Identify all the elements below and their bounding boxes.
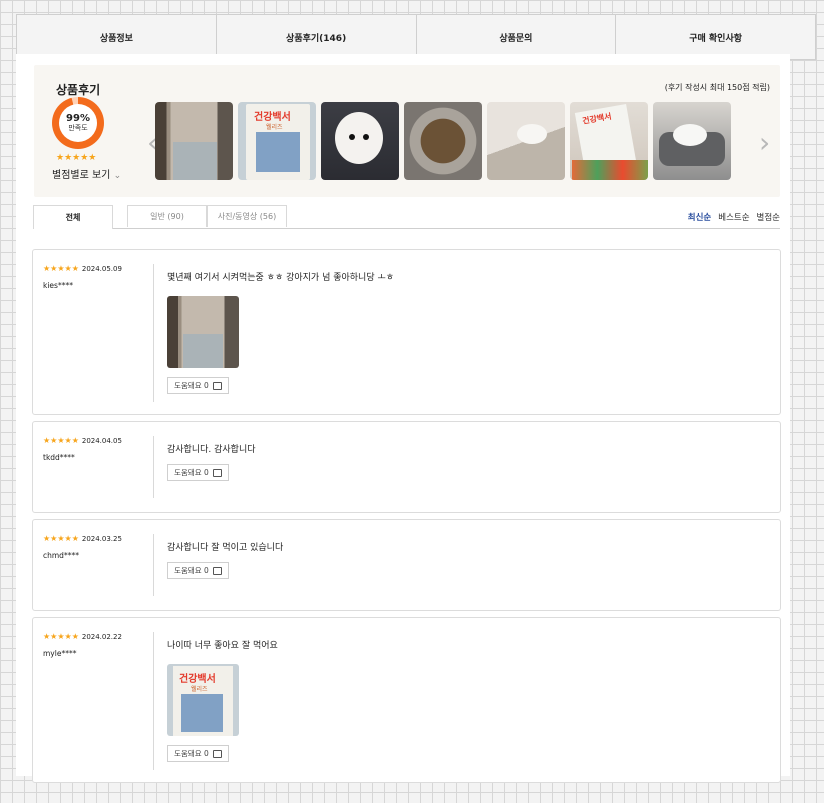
divider [153, 534, 154, 596]
helpful-label: 도움돼요 0 [174, 381, 209, 390]
photo-thumbnail[interactable] [653, 102, 731, 180]
photo-carousel: 건강백서 웰리즈 건강백서 [155, 102, 731, 180]
helpful-label: 도움돼요 0 [174, 566, 209, 575]
helpful-label: 도움돼요 0 [174, 749, 209, 758]
review-filter-tabs: 전체 일반 (90) 사진/동영상 (56) 최신순 베스트순 별점순 [33, 205, 780, 229]
tab-photo-video[interactable]: 사진/동영상 (56) [207, 205, 287, 227]
photo-thumbnail[interactable] [487, 102, 565, 180]
tab-purchase-notes[interactable]: 구매 확인사항 [616, 15, 815, 59]
bag-label: 건강백서 [254, 112, 291, 123]
review-photo[interactable] [167, 296, 239, 368]
reviewer-id: kies**** [43, 281, 73, 290]
review-card: ★★★★★ 2024.05.09 kies**** 몇년째 여기서 시켜먹는중 ㅎ… [32, 249, 781, 415]
chevron-down-icon: ⌄ [113, 171, 122, 181]
divider [153, 632, 154, 770]
chevron-right-icon[interactable]: › [759, 129, 770, 157]
rating-stars: ★★★★★ [43, 632, 79, 641]
photo-thumbnail[interactable] [155, 102, 233, 180]
satisfaction-label: 만족도 [68, 124, 88, 132]
review-card: ★★★★★ 2024.03.25 chmd**** 감사합니다 잘 먹이고 있습니… [32, 519, 781, 611]
rating-filter-toggle[interactable]: 별점별로 보기 ⌄ [52, 166, 121, 181]
rating-stars: ★★★★★ [43, 264, 79, 273]
review-text: 몇년째 여기서 시켜먹는중 ㅎㅎ 강아지가 넘 좋아하니당 ㅗㅎ [167, 273, 395, 283]
thumbs-up-icon [212, 468, 222, 477]
bag-sub: 웰리즈 [191, 686, 208, 693]
review-date: 2024.04.05 [81, 437, 122, 445]
tab-all[interactable]: 전체 [33, 205, 113, 229]
sort-best[interactable]: 베스트순 [718, 211, 749, 223]
summary-stars: ★★★★★ [56, 153, 97, 163]
rating-stars: ★★★ [43, 534, 65, 543]
tab-product-info[interactable]: 상품정보 [17, 15, 217, 59]
photo-thumbnail[interactable] [404, 102, 482, 180]
reviewer-id: chmd**** [43, 551, 79, 560]
helpful-button[interactable]: 도움돼요 0 [167, 377, 229, 394]
sort-options: 최신순 베스트순 별점순 [688, 211, 780, 223]
bag-label: 건강백서 [179, 674, 216, 685]
satisfaction-ring: 99% 만족도 [52, 97, 104, 149]
divider [153, 436, 154, 498]
helpful-button[interactable]: 도움돼요 0 [167, 464, 229, 481]
tab-reviews[interactable]: 상품후기(146) [217, 15, 417, 59]
rating-stars-empty: ★★ [64, 534, 79, 543]
photo-thumbnail[interactable]: 건강백서 웰리즈 [238, 102, 316, 180]
review-text: 나이따 너무 좋아요 잘 먹어요 [167, 641, 278, 651]
helpful-button[interactable]: 도움돼요 0 [167, 745, 229, 762]
sort-rating[interactable]: 별점순 [757, 211, 780, 223]
thumbs-up-icon [212, 566, 222, 575]
review-date: 2024.02.22 [81, 633, 122, 641]
review-summary: 상품후기 99% 만족도 ★★★★★ 별점별로 보기 ⌄ (후기 작성시 최대 … [34, 65, 780, 197]
thumbs-up-icon [212, 749, 222, 758]
reviewer-id: myle**** [43, 649, 77, 658]
review-text: 감사합니다 잘 먹이고 있습니다 [167, 543, 284, 553]
sort-latest[interactable]: 최신순 [688, 211, 711, 223]
divider [153, 264, 154, 402]
summary-title: 상품후기 [56, 83, 101, 97]
tab-general[interactable]: 일반 (90) [127, 205, 207, 227]
photo-thumbnail[interactable] [321, 102, 399, 180]
review-text: 감사합니다. 감사합니다 [167, 445, 256, 455]
review-card: ★★★★★ 2024.04.05 tkdd**** 감사합니다. 감사합니다 도움… [32, 421, 781, 513]
photo-thumbnail[interactable]: 건강백서 [570, 102, 648, 180]
bag-sub: 웰리즈 [266, 124, 283, 131]
reviewer-id: tkdd**** [43, 453, 75, 462]
rating-filter-label: 별점별로 보기 [52, 170, 111, 181]
helpful-label: 도움돼요 0 [174, 468, 209, 477]
rating-stars: ★★★★★ [43, 436, 79, 445]
helpful-button[interactable]: 도움돼요 0 [167, 562, 229, 579]
review-date: 2024.03.25 [81, 535, 122, 543]
bag-label: 건강백서 [581, 111, 613, 126]
points-notice: (후기 작성시 최대 150점 적립) [664, 83, 770, 92]
review-photo[interactable]: 건강백서 웰리즈 [167, 664, 239, 736]
satisfaction-percent: 99% [66, 113, 90, 124]
review-date: 2024.05.09 [81, 265, 122, 273]
tab-inquiry[interactable]: 상품문의 [417, 15, 617, 59]
thumbs-up-icon [212, 381, 222, 390]
review-card: ★★★★★ 2024.02.22 myle**** 나이따 너무 좋아요 잘 먹어… [32, 617, 781, 783]
